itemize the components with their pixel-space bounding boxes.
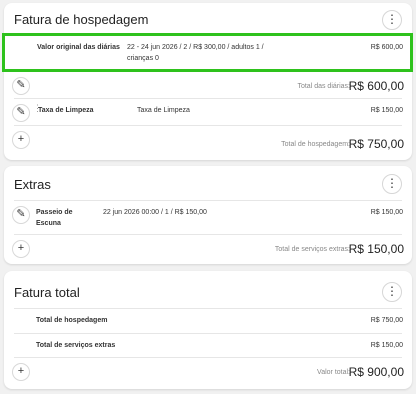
add-lodging-item-button[interactable]: + bbox=[12, 131, 30, 149]
edit-fee-button[interactable]: ✎ bbox=[12, 104, 30, 122]
edit-extra-button[interactable]: ✎ bbox=[12, 206, 30, 224]
rate-details-line1: 22 - 24 jun 2026 / 2 / R$ 300,00 / adult… bbox=[127, 44, 264, 51]
extras-card: Extras ⋮ ✎ Passeio de Escuna 22 jun 2026… bbox=[4, 166, 412, 264]
fee-description: Taxa de Limpeza bbox=[137, 107, 190, 114]
fee-label: Taxa de Limpeza bbox=[38, 107, 94, 114]
total-invoice-card: Fatura total ⋮ Total de hospedagem R$ 75… bbox=[4, 271, 412, 389]
divider bbox=[14, 308, 402, 309]
summary-row-amount: R$ 750,00 bbox=[370, 317, 403, 324]
divider bbox=[14, 200, 402, 201]
lodging-invoice-card: Fatura de hospedagem ⋮ ✎ ⋮ Taxa de Limpe… bbox=[4, 3, 412, 160]
pencil-icon: ✎ bbox=[16, 208, 26, 220]
divider bbox=[14, 125, 402, 126]
pencil-icon: ✎ bbox=[16, 106, 26, 118]
extras-menu-button[interactable]: ⋮ bbox=[382, 174, 402, 194]
lodging-menu-button[interactable]: ⋮ bbox=[382, 10, 402, 30]
rate-subtotal-label: Total das diárias: bbox=[297, 83, 350, 90]
edit-rate-button[interactable]: ✎ bbox=[12, 77, 30, 95]
lodging-total-value: R$ 750,00 bbox=[348, 137, 404, 151]
pencil-icon: ✎ bbox=[16, 79, 26, 91]
lodging-total-label: Total de hospedagem: bbox=[281, 141, 350, 148]
vertical-dots-icon: ⋮ bbox=[386, 176, 398, 190]
rate-details-line2: crianças 0 bbox=[127, 55, 159, 62]
extra-amount: R$ 150,00 bbox=[370, 209, 403, 216]
summary-row-amount: R$ 150,00 bbox=[370, 342, 403, 349]
extra-details: 22 jun 2026 00:00 / 1 / R$ 150,00 bbox=[103, 209, 207, 216]
total-menu-button[interactable]: ⋮ bbox=[382, 282, 402, 302]
divider bbox=[14, 357, 402, 358]
extras-card-title: Extras bbox=[14, 177, 51, 192]
divider bbox=[14, 333, 402, 334]
grand-total-value: R$ 900,00 bbox=[348, 365, 404, 379]
divider bbox=[14, 234, 402, 235]
rate-amount: R$ 600,00 bbox=[370, 44, 403, 51]
fee-amount: R$ 150,00 bbox=[370, 107, 403, 114]
total-card-title: Fatura total bbox=[14, 285, 80, 300]
rate-label: Valor original das diárias bbox=[37, 44, 120, 51]
extras-total-value: R$ 150,00 bbox=[348, 242, 404, 256]
lodging-card-title: Fatura de hospedagem bbox=[14, 12, 149, 27]
extra-label-line2: Escuna bbox=[36, 220, 61, 227]
extras-total-label: Total de serviços extras: bbox=[274, 246, 350, 253]
summary-row-label: Total de serviços extras bbox=[36, 342, 116, 349]
divider bbox=[14, 98, 402, 99]
vertical-dots-icon: ⋮ bbox=[386, 284, 398, 298]
rate-row-highlight[interactable]: Valor original das diárias 22 - 24 jun 2… bbox=[2, 33, 413, 72]
vertical-dots-icon: ⋮ bbox=[386, 12, 398, 26]
add-summary-button[interactable]: + bbox=[12, 363, 30, 381]
plus-icon: + bbox=[17, 242, 25, 254]
plus-icon: + bbox=[17, 133, 25, 145]
grand-total-label: Valor total: bbox=[317, 369, 350, 376]
plus-icon: + bbox=[17, 365, 25, 377]
add-extra-button[interactable]: + bbox=[12, 240, 30, 258]
summary-row-label: Total de hospedagem bbox=[36, 317, 108, 324]
extra-label-line1: Passeio de bbox=[36, 209, 73, 216]
rate-subtotal-value: R$ 600,00 bbox=[348, 79, 404, 93]
